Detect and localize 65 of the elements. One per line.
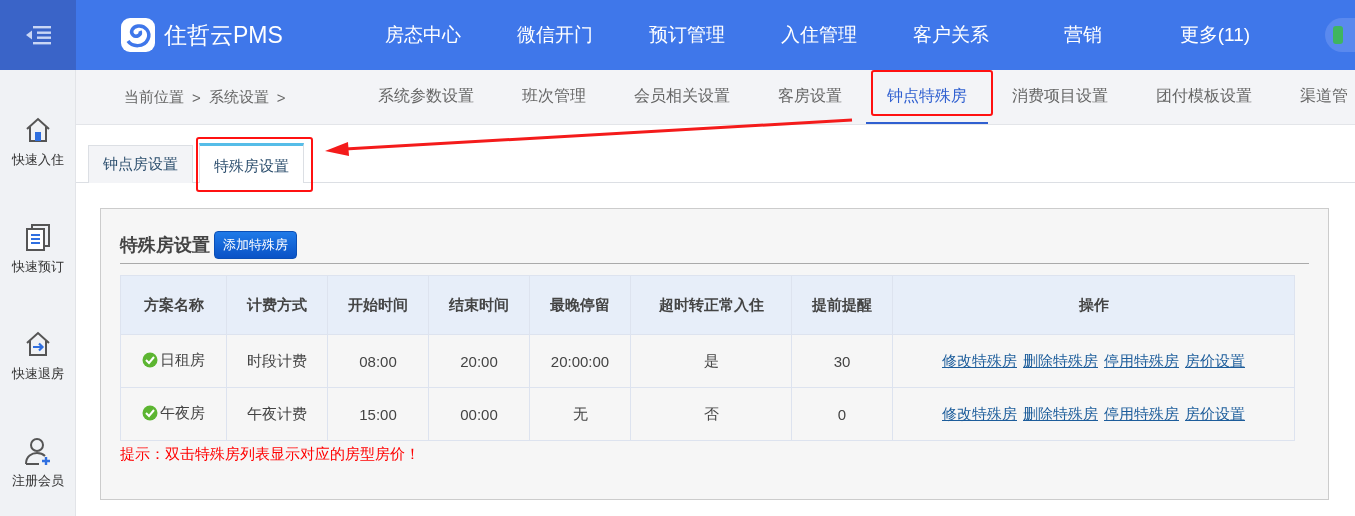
subnav-tab[interactable]: 消费项目设置 [988, 70, 1132, 124]
breadcrumb-item: 当前位置 [124, 87, 184, 107]
table-cell: 时段计费 [247, 351, 307, 369]
action-link[interactable]: 删除特殊房 [1023, 404, 1098, 422]
nav-link[interactable]: 入住管理 [753, 22, 885, 48]
action-link[interactable]: 修改特殊房 [942, 404, 1017, 422]
table-cell: 日租房 [160, 350, 205, 370]
table-cell: 午夜计费 [247, 404, 307, 422]
hint-text: 提示：双击特殊房列表显示对应的房型房价！ [120, 445, 421, 464]
breadcrumb-separator: > [276, 88, 286, 106]
tab[interactable]: 钟点房设置 [88, 145, 193, 183]
nav-link[interactable]: 房态中心 [357, 22, 489, 48]
subnav-tab[interactable]: 团付模板设置 [1132, 70, 1276, 124]
table-cell: 00:00 [460, 405, 498, 423]
subnav-tab[interactable]: 会员相关设置 [610, 70, 754, 124]
table-cell: 0 [837, 405, 847, 423]
breadcrumb-separator: > [192, 88, 201, 106]
column-header: 提前提醒 [791, 275, 893, 335]
sidebar-item[interactable]: 注册会员 [0, 437, 75, 516]
user-plus-icon [23, 437, 52, 466]
action-link[interactable]: 房价设置 [1185, 404, 1245, 422]
column-header: 操作 [892, 275, 1295, 335]
table-cell: 午夜房 [160, 403, 205, 423]
subnav-tab[interactable]: 班次管理 [498, 70, 610, 124]
tab[interactable]: 特殊房设置 [199, 143, 304, 183]
table-cell: 30 [833, 352, 851, 370]
nav-link[interactable]: 微信开门 [489, 22, 621, 48]
action-link[interactable]: 修改特殊房 [942, 351, 1017, 369]
brand-name: 住哲云PMS [164, 20, 283, 50]
table-cell: 20:00:00 [550, 352, 610, 370]
column-header: 开始时间 [327, 275, 429, 335]
menu-button[interactable] [0, 0, 76, 70]
nav-link[interactable]: 更多(11) [1149, 22, 1281, 48]
subnav-tab[interactable]: 渠道管 [1276, 70, 1355, 124]
nav-link[interactable]: 营销 [1017, 22, 1149, 48]
sidebar-item[interactable]: 快速预订 [0, 223, 75, 330]
action-link[interactable]: 删除特殊房 [1023, 351, 1098, 369]
subnav-tab[interactable]: 系统参数设置 [354, 70, 498, 124]
action-link[interactable]: 停用特殊房 [1104, 404, 1179, 422]
nav-link[interactable]: 预订管理 [621, 22, 753, 48]
logo-icon [120, 17, 156, 53]
breadcrumb-item: 系统设置 [208, 87, 269, 107]
table-cell: 否 [703, 404, 719, 422]
nav-link[interactable]: 客户关系 [885, 22, 1017, 48]
document-icon [23, 223, 52, 252]
status-pill [1325, 18, 1355, 52]
column-header: 最晚停留 [529, 275, 631, 335]
add-button[interactable]: 添加特殊房 [214, 231, 297, 259]
panel-title: 特殊房设置 [120, 234, 210, 257]
table-cell: 08:00 [359, 352, 397, 370]
menu-icon [25, 25, 51, 45]
action-link[interactable]: 房价设置 [1185, 351, 1245, 369]
sidebar-item[interactable]: 快速入住 [0, 116, 75, 223]
table-cell: 20:00 [460, 352, 498, 370]
column-header: 结束时间 [428, 275, 530, 335]
table-cell: 是 [703, 351, 719, 369]
column-header: 超时转正常入住 [630, 275, 792, 335]
subnav-tab[interactable]: 客房设置 [754, 70, 866, 124]
table-cell: 15:00 [359, 405, 397, 423]
action-link[interactable]: 停用特殊房 [1104, 351, 1179, 369]
column-header: 方案名称 [120, 275, 227, 335]
sidebar-item[interactable]: 快速退房 [0, 330, 75, 437]
subnav-tab[interactable]: 钟点特殊房 [866, 70, 988, 124]
table-cell: 无 [572, 404, 588, 422]
column-header: 计费方式 [226, 275, 328, 335]
